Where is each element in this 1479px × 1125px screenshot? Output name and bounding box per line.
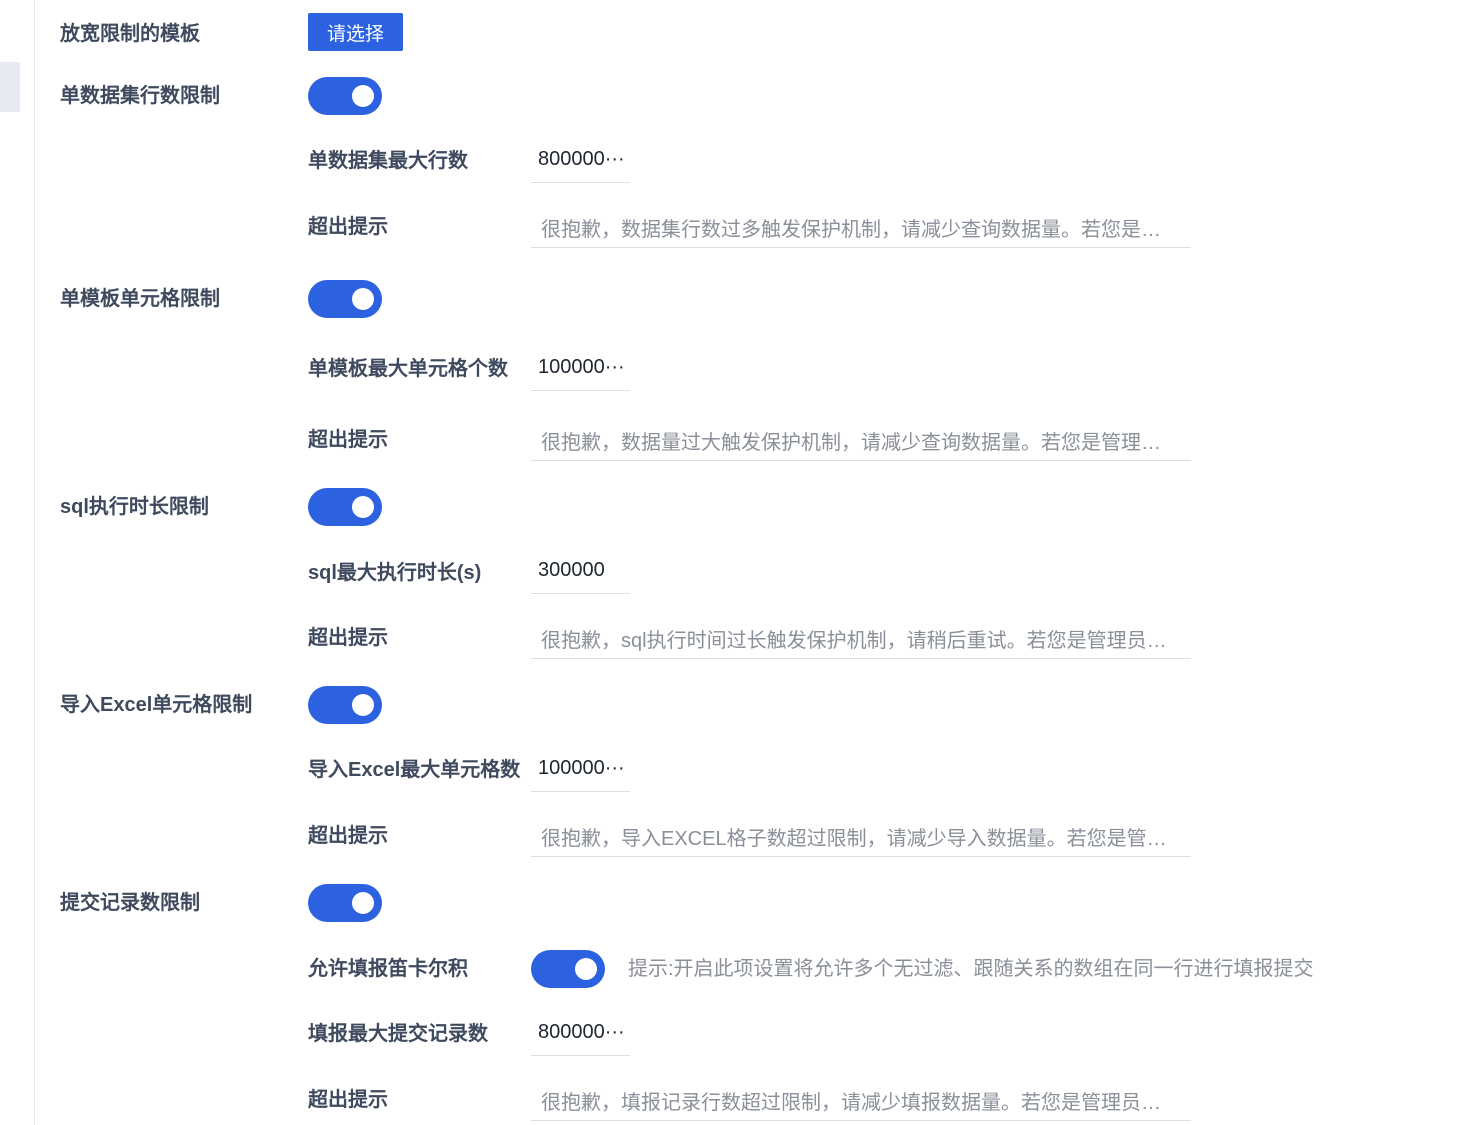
- excel-tip-value: 很抱歉，导入EXCEL格子数超过限制，请减少导入数据量。若您是管理员，可以在管理…: [541, 828, 1175, 850]
- sidebar-active-tab[interactable]: [0, 62, 20, 112]
- dataset-max-rows-label: 单数据集最大行数: [308, 150, 468, 172]
- cell-max-input[interactable]: 100000···: [531, 347, 630, 391]
- toggle-knob: [575, 958, 597, 980]
- sql-max-value: 300000: [538, 559, 605, 581]
- cartesian-label: 允许填报笛卡尔积: [308, 958, 468, 980]
- sql-tip-input[interactable]: 很抱歉，sql执行时间过长触发保护机制，请稍后重试。若您是管理员，可以在管理系统…: [531, 615, 1191, 659]
- excel-limit-toggle[interactable]: [308, 686, 382, 724]
- excel-tip-label: 超出提示: [308, 825, 388, 847]
- template-label: 放宽限制的模板: [60, 23, 200, 45]
- submit-limit-label: 提交记录数限制: [60, 892, 200, 914]
- sql-limit-label: sql执行时长限制: [60, 496, 209, 518]
- cell-max-value: 100000···: [538, 356, 625, 378]
- sql-max-input[interactable]: 300000: [531, 550, 630, 594]
- settings-page: 放宽限制的模板 请选择 单数据集行数限制 单数据集最大行数 800000··· …: [0, 0, 1479, 1125]
- dataset-tip-input[interactable]: 很抱歉，数据集行数过多触发保护机制，请减少查询数据量。若您是管理员，可以在管理系…: [531, 204, 1191, 248]
- cartesian-hint: 提示:开启此项设置将允许多个无过滤、跟随关系的数组在同一行进行填报提交: [628, 958, 1314, 980]
- toggle-knob: [352, 496, 374, 518]
- cartesian-toggle[interactable]: [531, 950, 605, 988]
- submit-tip-input[interactable]: 很抱歉，填报记录行数超过限制，请减少填报数据量。若您是管理员，可以在管理系统修改…: [531, 1077, 1191, 1121]
- sql-tip-value: 很抱歉，sql执行时间过长触发保护机制，请稍后重试。若您是管理员，可以在管理系统…: [541, 630, 1175, 652]
- excel-max-input[interactable]: 100000···: [531, 748, 630, 792]
- excel-max-label: 导入Excel最大单元格数: [308, 759, 521, 781]
- submit-max-value: 800000···: [538, 1021, 625, 1043]
- toggle-knob: [352, 892, 374, 914]
- toggle-knob: [352, 288, 374, 310]
- sql-max-label: sql最大执行时长(s): [308, 562, 482, 584]
- cell-tip-value: 很抱歉，数据量过大触发保护机制，请减少查询数据量。若您是管理员，可以在管理系统修…: [541, 432, 1175, 454]
- excel-limit-label: 导入Excel单元格限制: [60, 694, 253, 716]
- dataset-max-rows-input[interactable]: 800000···: [531, 139, 630, 183]
- submit-tip-value: 很抱歉，填报记录行数超过限制，请减少填报数据量。若您是管理员，可以在管理系统修改…: [541, 1092, 1175, 1114]
- excel-max-value: 100000···: [538, 757, 625, 779]
- submit-tip-label: 超出提示: [308, 1089, 388, 1111]
- cell-limit-toggle[interactable]: [308, 280, 382, 318]
- sql-tip-label: 超出提示: [308, 627, 388, 649]
- toggle-knob: [352, 694, 374, 716]
- cell-max-label: 单模板最大单元格个数: [308, 358, 508, 380]
- cell-tip-label: 超出提示: [308, 429, 388, 451]
- excel-tip-input[interactable]: 很抱歉，导入EXCEL格子数超过限制，请减少导入数据量。若您是管理员，可以在管理…: [531, 813, 1191, 857]
- dataset-tip-label: 超出提示: [308, 216, 388, 238]
- dataset-tip-value: 很抱歉，数据集行数过多触发保护机制，请减少查询数据量。若您是管理员，可以在管理系…: [541, 219, 1175, 241]
- submit-max-input[interactable]: 800000···: [531, 1012, 630, 1056]
- cell-tip-input[interactable]: 很抱歉，数据量过大触发保护机制，请减少查询数据量。若您是管理员，可以在管理系统修…: [531, 417, 1191, 461]
- dataset-max-rows-value: 800000···: [538, 148, 625, 170]
- dataset-limit-toggle[interactable]: [308, 77, 382, 115]
- cell-limit-label: 单模板单元格限制: [60, 288, 220, 310]
- sql-limit-toggle[interactable]: [308, 488, 382, 526]
- select-template-button[interactable]: 请选择: [308, 13, 403, 51]
- dataset-limit-label: 单数据集行数限制: [60, 85, 220, 107]
- submit-max-label: 填报最大提交记录数: [308, 1023, 488, 1045]
- submit-limit-toggle[interactable]: [308, 884, 382, 922]
- toggle-knob: [352, 85, 374, 107]
- sidebar-divider: [34, 0, 35, 1125]
